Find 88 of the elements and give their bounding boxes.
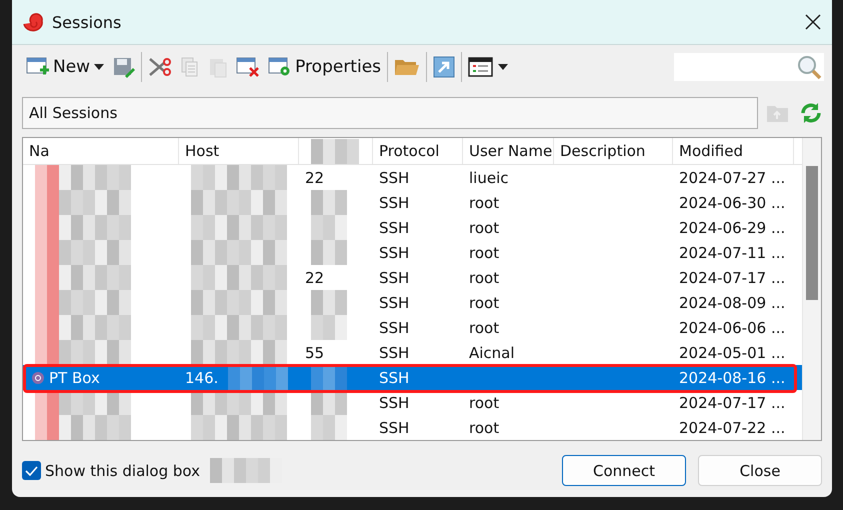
table-cell: SSH [379, 368, 410, 386]
table-cell: SSH [379, 218, 410, 236]
checkmark-icon [25, 466, 38, 476]
pixelated-area [311, 315, 347, 340]
table-cell: 146. [185, 368, 218, 386]
table-cell: 2024-07-17 ... [679, 394, 786, 412]
dialog-button[interactable]: Close [698, 455, 822, 486]
table-cell: root [469, 244, 500, 262]
table-cell: SSH [379, 168, 410, 186]
table-cell: 22 [305, 168, 324, 186]
column-header[interactable]: Host [185, 142, 220, 160]
pixelated-area [311, 215, 347, 240]
column-header[interactable]: Modified [679, 142, 744, 160]
shortcut-button[interactable] [431, 54, 458, 80]
path-field[interactable]: All Sessions [22, 97, 758, 129]
column-header[interactable]: Description [560, 142, 646, 160]
table-cell: SSH [379, 318, 410, 336]
table-cell: 2024-07-27 ... [679, 168, 786, 186]
checkbox-label[interactable]: Show this dialog box [45, 462, 200, 480]
session-row[interactable]: SSH root 2024-08-09 ... [23, 290, 802, 315]
table-cell: 2024-07-22 ... [679, 418, 786, 436]
pixelated-area [311, 190, 347, 215]
session-row[interactable]: SSH root 2024-07-17 ... [23, 390, 802, 415]
table-cell: 2024-08-16 ... [679, 368, 786, 386]
table-cell: root [469, 194, 500, 212]
table-cell: 2024-06-30 ... [679, 194, 786, 212]
pixelated-area [311, 390, 347, 415]
table-cell: 2024-06-06 ... [679, 318, 786, 336]
session-row[interactable]: 22 SSH root 2024-07-17 ... [23, 265, 802, 290]
app-logo-icon [22, 12, 44, 32]
session-row[interactable]: PT Box 146. SSH 2024-08-16 ... [23, 365, 802, 390]
column-header[interactable]: Na [29, 142, 50, 160]
table-cell: SSH [379, 344, 410, 362]
caret-icon [497, 63, 510, 71]
table-cell: root [469, 418, 500, 436]
session-row[interactable]: SSH root 2024-07-22 ... [23, 415, 802, 440]
copy-icon [180, 56, 200, 78]
session-row[interactable]: SSH root 2024-06-30 ... [23, 190, 802, 215]
scrollbar[interactable] [802, 138, 821, 440]
column-header[interactable]: Protocol [379, 142, 440, 160]
paste-icon [208, 56, 228, 78]
dialog-button[interactable]: Connect [562, 455, 686, 486]
table-cell: SSH [379, 418, 410, 436]
table-cell: 55 [305, 344, 324, 362]
save-icon [113, 56, 136, 78]
table-cell: root [469, 294, 500, 312]
table-cell: PT Box [49, 368, 100, 386]
table-cell: 22 [305, 268, 324, 286]
session-row[interactable]: 22 SSH liueic 2024-07-27 ... [23, 165, 802, 190]
scissors-icon [148, 56, 172, 78]
table-cell: root [469, 268, 500, 286]
table-cell: Aicnal [469, 344, 515, 362]
session-row[interactable]: SSH root 2024-06-29 ... [23, 215, 802, 240]
table-cell: 2024-07-17 ... [679, 268, 786, 286]
list-view-icon [468, 56, 494, 78]
table-cell: liueic [469, 168, 508, 186]
table-cell: 2024-05-01 ... [679, 344, 786, 362]
table-cell: SSH [379, 294, 410, 312]
properties-icon [268, 56, 292, 78]
new-button[interactable]: New [24, 54, 108, 80]
search-field[interactable] [674, 53, 824, 81]
delete-session-icon [236, 56, 260, 78]
search-icon [796, 54, 822, 80]
caret-icon [93, 63, 106, 71]
table-cell: 2024-07-11 ... [679, 244, 786, 262]
table-cell: root [469, 218, 500, 236]
checkbox[interactable] [22, 461, 41, 480]
window-title: Sessions [52, 12, 122, 32]
session-row[interactable]: SSH root 2024-06-06 ... [23, 315, 802, 340]
table-cell: SSH [379, 194, 410, 212]
table-cell: SSH [379, 268, 410, 286]
scrollbar-thumb[interactable] [806, 166, 818, 300]
table-cell: root [469, 394, 500, 412]
table-cell: root [469, 318, 500, 336]
table-cell: SSH [379, 244, 410, 262]
pixelated-area [311, 290, 347, 315]
table-cell: 2024-08-09 ... [679, 294, 786, 312]
shortcut-icon [433, 56, 456, 78]
session-row[interactable]: 55 SSH Aicnal 2024-05-01 ... [23, 340, 802, 365]
table-cell: SSH [379, 394, 410, 412]
pixelated-area [311, 365, 347, 390]
column-header[interactable]: User Name [469, 142, 552, 160]
table-cell: 2024-06-29 ... [679, 218, 786, 236]
pixelated-area [311, 415, 347, 440]
pixelated-area [311, 240, 347, 265]
session-row[interactable]: SSH root 2024-07-11 ... [23, 240, 802, 265]
session-icon [29, 370, 45, 386]
properties-button[interactable]: Properties [266, 54, 384, 80]
